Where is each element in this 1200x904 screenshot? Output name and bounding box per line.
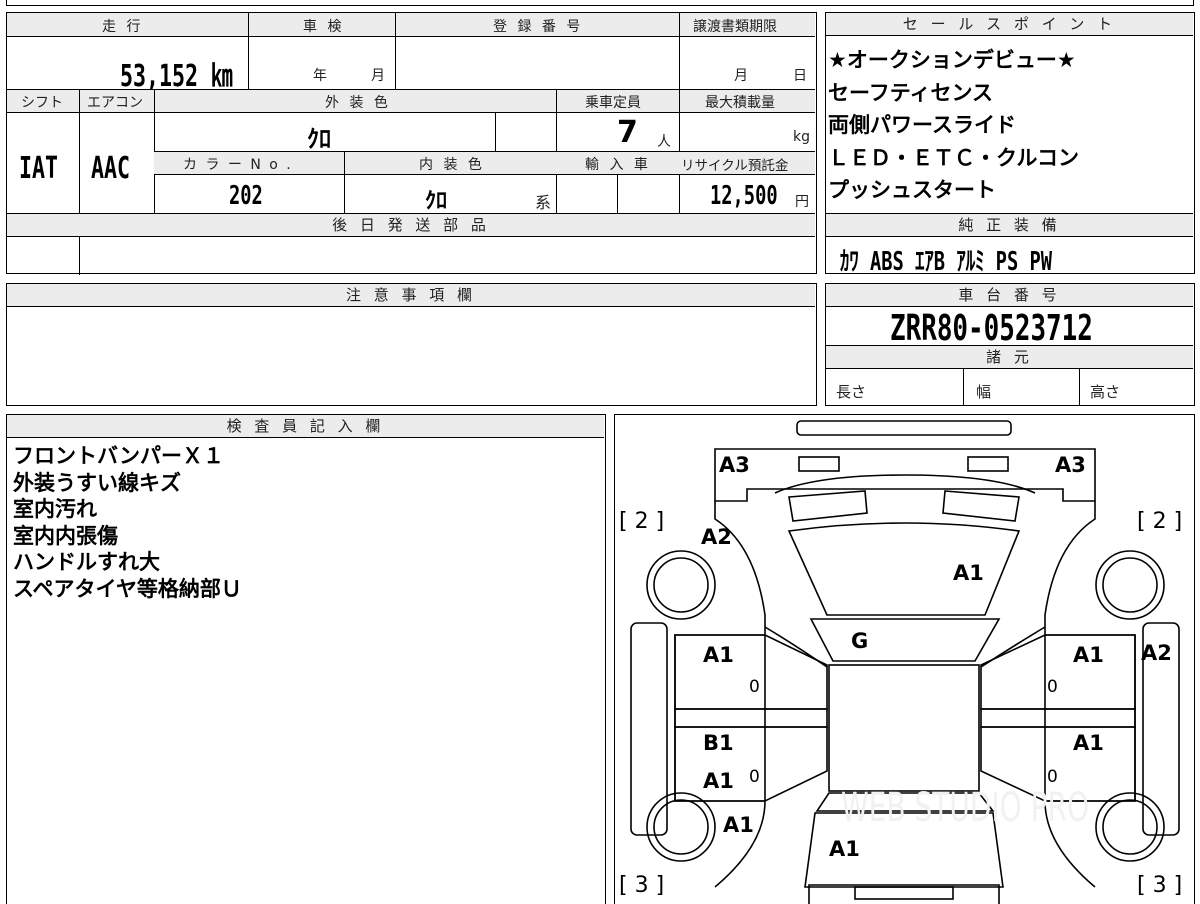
transfer-month-unit: 月 [734,68,748,84]
inspector-header: 検 査 員 記 入 欄 [7,415,604,438]
later-parts-header: 後 日 発 送 部 品 [7,213,815,237]
mark-front-left-corner: A3 [719,453,750,477]
mark-left-rear-door-2: A1 [703,769,734,793]
width-label: 幅 [976,383,992,401]
mark-front-left-fender: A2 [701,525,732,549]
sales-point-line: ＬＥＤ・ＥＴＣ・クルコン [828,145,1079,170]
chassis-header: 車 台 番 号 [826,284,1193,307]
mark-windshield: G [851,629,869,653]
exterior-color-header: 外 装 色 [325,95,391,111]
chassis-number: ZRR80-0523712 [890,308,1093,349]
recycle-unit: 円 [795,194,809,210]
mark-hood: A1 [953,561,984,585]
inspector-note-line: ハンドルすれ大 [13,550,160,574]
bracket-bottom-right: [ 3 ] [1137,873,1183,898]
shift-header: シフト [21,95,63,111]
sales-points-panel: セ ー ル ス ポ イ ン ト ★オークションデビュー★ セーフティセンス 両側… [825,12,1195,277]
inspector-note-line: 外装うすい線キズ [13,470,181,495]
length-label: 長さ [836,383,867,401]
sales-point-line: セーフティセンス [828,80,994,105]
height-label: 高さ [1090,383,1121,401]
inspector-note-line: フロントバンパーＸ１ [13,444,225,468]
specs-header: 諸 元 [826,345,1193,369]
diagram-watermark: WEB STUDIO PRO [841,785,1089,831]
color-no-value: 202 [229,181,263,211]
small-mark-right-front: 0 [1047,677,1058,697]
aircon-value: AAC [91,151,131,186]
inspector-note-line: 室内内張傷 [13,523,118,548]
inspector-notes-list: フロントバンパーＸ１ 外装うすい線キズ 室内汚れ 室内内張傷 ハンドルすれ大 ス… [13,443,242,602]
shift-value: IAT [19,151,59,186]
mark-rear: A1 [829,837,860,861]
small-mark-right-rear: 0 [1047,767,1058,787]
import-header: 輸 入 車 [585,157,651,173]
bracket-bottom-left: [ 3 ] [619,873,665,898]
mark-front-right-corner: A3 [1055,453,1086,477]
notes-panel: 注 意 事 項 欄 [6,283,817,406]
shaken-month-unit: 月 [371,68,385,84]
vehicle-info-table: 走 行 車 検 登 録 番 号 譲渡書類期限 53,152 ㎞ 年 月 月 日 … [6,12,817,275]
small-mark-left-rear: 0 [749,767,760,787]
inspector-note-line: スペアタイヤ等格納部Ｕ [13,576,242,601]
mark-left-front-door: A1 [703,643,734,667]
mark-right-rear-door: A1 [1073,731,1104,755]
capacity-header: 乗車定員 [585,95,641,111]
sales-point-line: 両側パワースライド [828,113,1016,137]
shaken-year-unit: 年 [313,68,327,84]
top-strip [0,0,1200,8]
mark-right-front-door: A1 [1073,643,1104,667]
bracket-top-right: [ 2 ] [1137,509,1183,534]
equipment-value: ｶﾜ ABS ｴｱB ｱﾙﾐ PS PW [840,247,1053,277]
recycle-value: 12,500 [710,181,778,211]
mark-left-quarter: A1 [723,813,754,837]
mark-right-fender: A2 [1141,641,1172,665]
capacity-value: 7 [617,115,638,150]
bracket-top-left: [ 2 ] [619,509,665,534]
registration-header: 登 録 番 号 [493,19,584,35]
sales-points-list: ★オークションデビュー★ セーフティセンス 両側パワースライド ＬＥＤ・ＥＴＣ・… [828,47,1079,204]
notes-header: 注 意 事 項 欄 [7,284,815,307]
max-load-unit: kg [793,129,810,145]
recycle-header: リサイクル預託金 [681,158,789,174]
inspector-note-line: 室内汚れ [13,497,97,521]
shaken-header: 車 検 [303,19,345,35]
interior-color-header: 内 装 色 [419,157,485,173]
aircon-header: エアコン [87,95,143,111]
sales-points-header: セ ー ル ス ポ イ ン ト [826,13,1193,36]
small-mark-left-front: 0 [749,677,760,697]
mileage-header: 走 行 [102,19,144,35]
interior-color-suffix: 系 [535,193,552,212]
inspector-panel: 検 査 員 記 入 欄 フロントバンパーＸ１ 外装うすい線キズ 室内汚れ 室内内… [6,414,606,904]
sales-point-line: プッシュスタート [828,178,996,202]
mark-left-rear-door-1: B1 [703,731,734,755]
sales-point-line: ★オークションデビュー★ [828,48,1076,72]
equipment-header: 純 正 装 備 [826,213,1193,237]
color-no-header: カ ラ ー N o . [183,157,293,173]
chassis-panel: 車 台 番 号 ZRR80-0523712 諸 元 長さ 幅 高さ [825,283,1195,406]
capacity-unit: 人 [657,134,671,150]
exterior-color-value: ｸﾛ [307,125,331,153]
damage-diagram-panel: WEB STUDIO PRO [ 2 ] [ 2 ] [ 3 ] [ 3 ] A… [614,414,1195,904]
transfer-deadline-header: 譲渡書類期限 [693,19,777,35]
interior-color-value: ｸﾛ [425,189,448,214]
max-load-header: 最大積載量 [705,95,775,111]
transfer-day-unit: 日 [793,68,807,84]
